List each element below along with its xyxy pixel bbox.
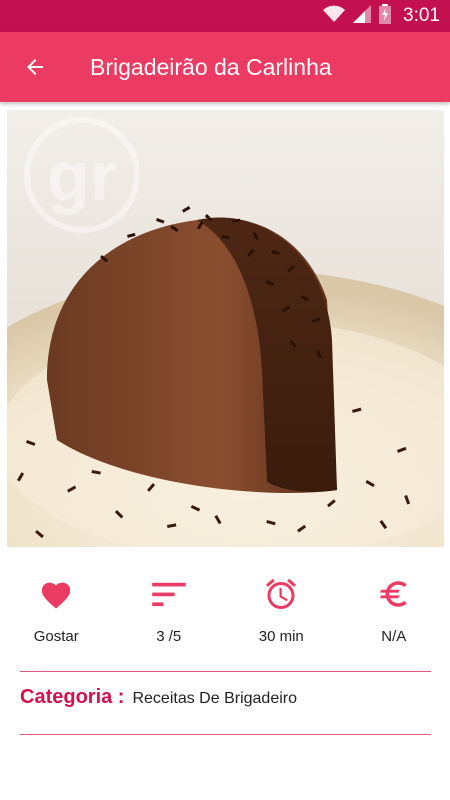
like-button[interactable]: Gostar — [0, 570, 113, 660]
status-bar: 3:01 — [0, 0, 450, 32]
alarm-clock-icon — [266, 578, 297, 609]
recipe-photo: gr — [7, 110, 444, 547]
time-stat: 30 min — [225, 570, 338, 660]
arrow-left-icon — [27, 59, 43, 75]
divider — [20, 671, 431, 672]
rating-stat: 3 /5 — [113, 570, 226, 660]
recipe-stats: Gostar 3 /5 30 min N/A — [0, 570, 450, 660]
rating-label: 3 /5 — [156, 628, 182, 645]
divider — [20, 734, 431, 735]
heart-icon — [42, 582, 71, 609]
status-time: 3:01 — [403, 5, 440, 26]
battery-icon — [379, 4, 392, 28]
svg-text:gr: gr — [47, 137, 117, 215]
back-button[interactable] — [0, 32, 70, 102]
signal-icon — [353, 5, 372, 27]
euro-icon — [379, 581, 407, 607]
wifi-icon — [323, 5, 346, 27]
page-title: Brigadeirão da Carlinha — [90, 53, 332, 80]
category-value[interactable]: Receitas De Brigadeiro — [132, 690, 297, 708]
category-row: Categoria : Receitas De Brigadeiro — [20, 686, 297, 709]
app-bar: Brigadeirão da Carlinha — [0, 32, 450, 102]
sort-icon — [151, 582, 186, 607]
cost-stat: N/A — [338, 570, 450, 660]
like-label: Gostar — [33, 628, 79, 645]
time-label: 30 min — [258, 628, 304, 645]
cost-label: N/A — [381, 628, 407, 645]
category-key: Categoria : — [20, 686, 125, 708]
